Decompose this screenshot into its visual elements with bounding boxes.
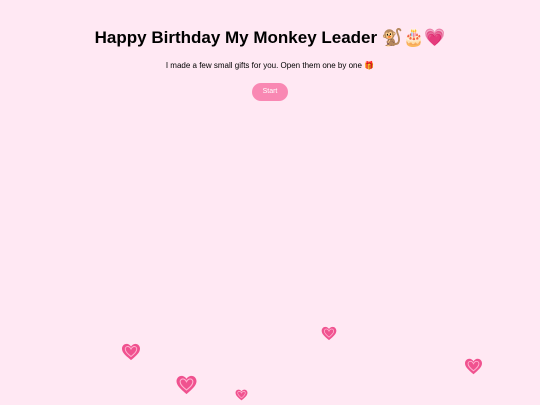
start-button[interactable]: Start bbox=[252, 83, 288, 101]
page-title: Happy Birthday My Monkey Leader 🐒🎂💗 bbox=[94, 28, 446, 47]
floating-heart-icon bbox=[175, 375, 198, 395]
page-subtitle: I made a few small gifts for you. Open t… bbox=[165, 61, 375, 70]
birthday-page: Happy Birthday My Monkey Leader 🐒🎂💗 I ma… bbox=[0, 0, 540, 405]
floating-heart-icon bbox=[321, 326, 337, 341]
floating-heart-icon bbox=[121, 343, 141, 361]
floating-heart-icon bbox=[235, 389, 248, 401]
floating-heart-icon bbox=[464, 358, 483, 375]
